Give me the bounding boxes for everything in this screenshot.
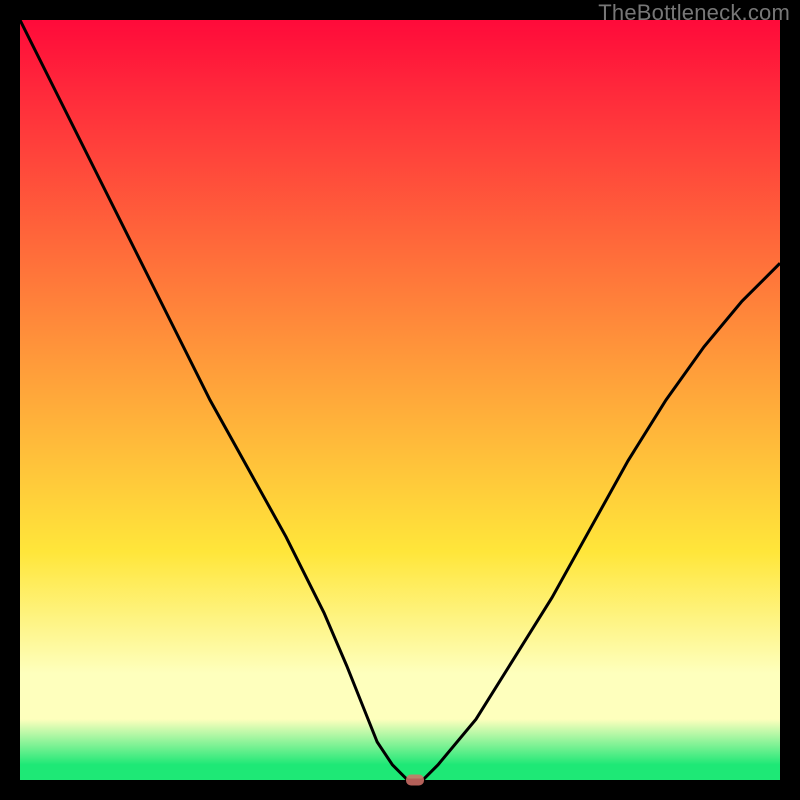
optimal-point-marker	[406, 775, 424, 786]
bottleneck-plot	[20, 20, 780, 780]
chart-frame: TheBottleneck.com	[0, 0, 800, 800]
bottleneck-curve	[20, 20, 780, 780]
curve-path	[20, 20, 780, 780]
